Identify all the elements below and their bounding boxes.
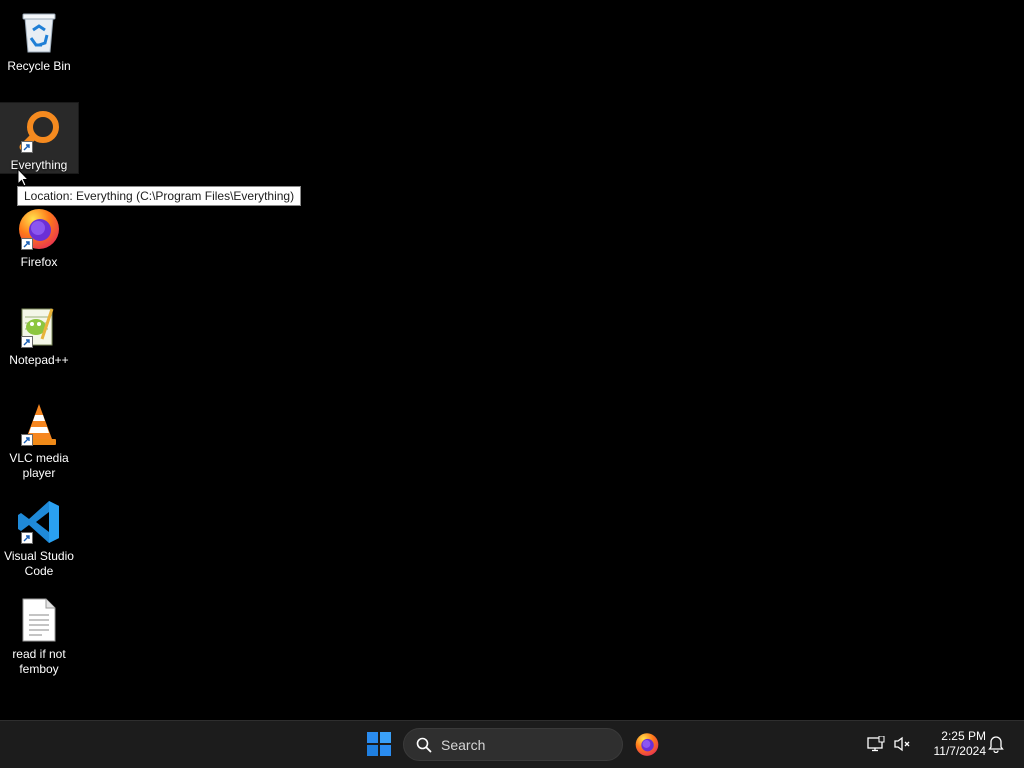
clock-time: 2:25 PM bbox=[941, 729, 986, 743]
volume-muted-icon[interactable] bbox=[892, 734, 912, 754]
desktop-icon-label: Recycle Bin bbox=[7, 59, 71, 73]
shortcut-arrow-icon bbox=[21, 141, 33, 153]
shortcut-arrow-icon bbox=[21, 336, 33, 348]
desktop-icon-label: read if not femboy bbox=[12, 647, 66, 676]
desktop-icon-tooltip: Location: Everything (C:\Program Files\E… bbox=[17, 186, 302, 206]
windows-logo-icon bbox=[367, 732, 391, 756]
network-icon[interactable] bbox=[866, 734, 886, 754]
desktop-icon-vscode[interactable]: Visual Studio Code bbox=[0, 494, 78, 579]
desktop-icon-label: Firefox bbox=[20, 255, 58, 269]
taskbar-firefox-button[interactable] bbox=[632, 729, 662, 759]
vscode-icon bbox=[15, 498, 63, 546]
everything-icon bbox=[15, 107, 63, 155]
firefox-icon bbox=[635, 733, 659, 756]
desktop-icon-label: Everything bbox=[10, 158, 68, 172]
firefox-icon bbox=[15, 204, 63, 252]
shortcut-arrow-icon bbox=[21, 238, 33, 250]
taskbar-clock[interactable]: 2:25 PM 11/7/2024 bbox=[918, 729, 987, 759]
search-icon bbox=[416, 737, 432, 752]
taskbar-search-box[interactable]: Search bbox=[403, 728, 623, 761]
shortcut-arrow-icon bbox=[21, 532, 33, 544]
desktop-icon-text-file[interactable]: read if not femboy bbox=[0, 592, 78, 677]
desktop[interactable]: Recycle Bin Everything Firefox Notepad++… bbox=[0, 0, 1024, 720]
desktop-icon-label: VLC media player bbox=[9, 451, 69, 480]
desktop-icon-recycle-bin[interactable]: Recycle Bin bbox=[0, 4, 78, 74]
start-button[interactable] bbox=[364, 729, 394, 759]
notepad-plus-plus-icon bbox=[15, 302, 63, 350]
vlc-icon bbox=[15, 400, 63, 448]
taskbar: Search 2:25 PM 11/7/2024 bbox=[0, 720, 1024, 768]
desktop-icon-everything[interactable]: Everything bbox=[0, 102, 79, 174]
desktop-icon-notepad-plus-plus[interactable]: Notepad++ bbox=[0, 298, 78, 368]
notification-bell-icon[interactable] bbox=[986, 734, 1006, 754]
desktop-icon-firefox[interactable]: Firefox bbox=[0, 200, 78, 270]
shortcut-arrow-icon bbox=[21, 434, 33, 446]
mouse-cursor-icon bbox=[17, 167, 30, 192]
desktop-icon-label: Notepad++ bbox=[9, 353, 69, 367]
recycle-bin-icon bbox=[15, 8, 63, 56]
text-file-icon bbox=[15, 596, 63, 644]
search-placeholder: Search bbox=[441, 736, 486, 753]
clock-date: 11/7/2024 bbox=[933, 744, 987, 758]
desktop-icon-label: Visual Studio Code bbox=[4, 549, 74, 578]
desktop-icon-vlc[interactable]: VLC media player bbox=[0, 396, 78, 481]
